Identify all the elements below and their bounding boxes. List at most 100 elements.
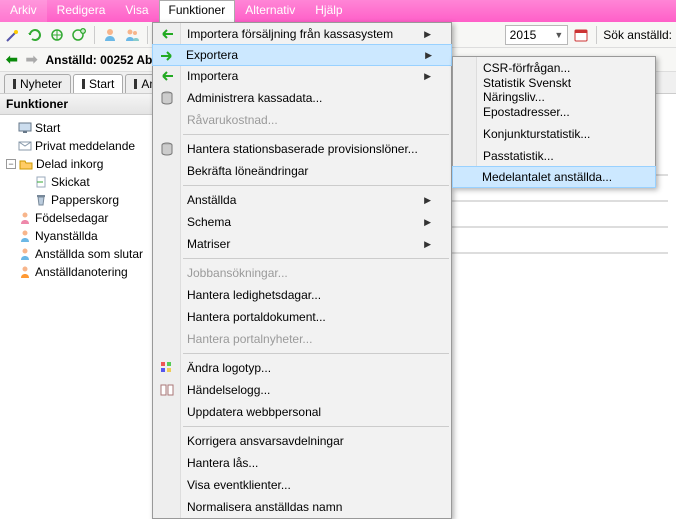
collapse-icon[interactable]: − bbox=[6, 159, 16, 169]
employee-label: Anställd: 00252 Ab bbox=[45, 53, 152, 67]
tab-start[interactable]: Start bbox=[73, 74, 123, 93]
mi-label: Hantera stationsbaserade provisionslöner… bbox=[187, 142, 418, 156]
user-icon[interactable] bbox=[101, 26, 119, 44]
mi-bekrafta-lone[interactable]: Bekräfta löneändringar bbox=[153, 160, 451, 182]
mi-label: Hantera ledighetsdagar... bbox=[187, 288, 321, 302]
smi-statistik-sn[interactable]: Statistik Svenskt Näringsliv... bbox=[453, 79, 655, 101]
wand-icon[interactable] bbox=[4, 26, 22, 44]
mi-label: Bekräfta löneändringar bbox=[187, 164, 308, 178]
mi-label: Ändra logotyp... bbox=[187, 361, 271, 375]
tree-fodelsedagar[interactable]: Födelsedagar bbox=[4, 209, 172, 227]
tree-anstallda-slutar[interactable]: Anställda som slutar bbox=[4, 245, 172, 263]
forward-arrow-icon: ➡ bbox=[26, 51, 38, 68]
year-combo[interactable]: 2015 ▼ bbox=[505, 25, 569, 45]
smi-passtatistik[interactable]: Passtatistik... bbox=[453, 145, 655, 167]
mi-portalnyheter: Hantera portalnyheter... bbox=[153, 328, 451, 350]
mi-andra-logotyp[interactable]: Ändra logotyp... bbox=[153, 357, 451, 379]
mi-portaldok[interactable]: Hantera portaldokument... bbox=[153, 306, 451, 328]
mi-label: Råvarukostnad... bbox=[187, 113, 278, 127]
mi-ledighet[interactable]: Hantera ledighetsdagar... bbox=[153, 284, 451, 306]
funktioner-menu: Importera försäljning från kassasystem▶ … bbox=[152, 22, 452, 519]
mi-ravarukostnad: Råvarukostnad... bbox=[153, 109, 451, 131]
mi-exportera[interactable]: Exportera ▶ bbox=[152, 44, 452, 66]
globe-refresh-icon[interactable] bbox=[48, 26, 66, 44]
mi-label: Visa eventklienter... bbox=[187, 478, 291, 492]
users-icon[interactable] bbox=[123, 26, 141, 44]
mi-stationsloner[interactable]: Hantera stationsbaserade provisionslöner… bbox=[153, 138, 451, 160]
tree-start[interactable]: Start bbox=[4, 119, 172, 137]
chevron-down-icon: ▼ bbox=[554, 30, 563, 40]
arrow-right-icon bbox=[159, 48, 175, 64]
mi-importera[interactable]: Importera ▶ bbox=[153, 65, 451, 87]
arrow-left-icon bbox=[159, 26, 175, 42]
mi-label: Jobbansökningar... bbox=[187, 266, 288, 280]
refresh-icon[interactable] bbox=[26, 26, 44, 44]
mi-label: Importera försäljning från kassasystem bbox=[187, 27, 393, 41]
paper-sent-icon bbox=[34, 175, 48, 189]
globe-add-icon[interactable] bbox=[70, 26, 88, 44]
caret-right-icon: ▶ bbox=[425, 50, 432, 61]
mi-label: CSR-förfrågan... bbox=[483, 61, 570, 75]
caret-right-icon: ▶ bbox=[424, 217, 431, 228]
tree-anstalldanotering[interactable]: Anställdanotering bbox=[4, 263, 172, 281]
person-blue-icon bbox=[18, 247, 32, 261]
mi-visa-event[interactable]: Visa eventklienter... bbox=[153, 474, 451, 496]
smi-epost[interactable]: Epostadresser... bbox=[453, 101, 655, 123]
mi-hantera-las[interactable]: Hantera lås... bbox=[153, 452, 451, 474]
caret-right-icon: ▶ bbox=[424, 71, 431, 82]
mi-admin-kassadata[interactable]: Administrera kassadata... bbox=[153, 87, 451, 109]
mi-import-kassa[interactable]: Importera försäljning från kassasystem▶ bbox=[153, 23, 451, 45]
menu-redigera[interactable]: Redigera bbox=[47, 0, 116, 22]
tree-papperskorg[interactable]: Papperskorg bbox=[4, 191, 172, 209]
menu-alternativ[interactable]: Alternativ bbox=[235, 0, 305, 22]
menu-visa[interactable]: Visa bbox=[115, 0, 158, 22]
mi-label: Hantera portalnyheter... bbox=[187, 332, 312, 346]
mi-label: Passtatistik... bbox=[483, 149, 554, 163]
menu-arkiv[interactable]: Arkiv bbox=[0, 0, 47, 22]
tab-label: Start bbox=[89, 77, 114, 91]
person-icon bbox=[18, 211, 32, 225]
tree-nyanstallda[interactable]: Nyanställda bbox=[4, 227, 172, 245]
smi-medelantalet[interactable]: Medelantalet anställda... bbox=[452, 166, 656, 188]
tree-label: Anställda som slutar bbox=[35, 247, 143, 261]
folder-open-icon bbox=[19, 157, 33, 171]
mi-label: Hantera lås... bbox=[187, 456, 258, 470]
tree-label: Anställdanotering bbox=[35, 265, 128, 279]
mi-label: Uppdatera webbpersonal bbox=[187, 405, 321, 419]
back-arrow-icon[interactable]: ⬅ bbox=[6, 51, 18, 68]
mi-label: Exportera bbox=[186, 48, 238, 62]
mi-korrigera[interactable]: Korrigera ansvarsavdelningar bbox=[153, 430, 451, 452]
calendar-icon[interactable] bbox=[572, 26, 590, 44]
db-icon bbox=[159, 90, 175, 106]
tree-label: Delad inkorg bbox=[36, 157, 103, 171]
tree-privat-meddelande[interactable]: Privat meddelande bbox=[4, 137, 172, 155]
mi-label: Normalisera anställdas namn bbox=[187, 500, 342, 514]
sidebar: Funktioner Start Privat meddelande − Del… bbox=[0, 94, 175, 285]
mi-label: Konjunkturstatistik... bbox=[483, 127, 590, 141]
tree-label: Nyanställda bbox=[35, 229, 98, 243]
menu-funktioner[interactable]: Funktioner bbox=[159, 0, 236, 22]
sidebar-tree: Start Privat meddelande − Delad inkorg S… bbox=[0, 115, 174, 285]
year-value: 2015 bbox=[510, 28, 537, 42]
mi-label: Händelselogg... bbox=[187, 383, 270, 397]
mi-handelselogg[interactable]: Händelselogg... bbox=[153, 379, 451, 401]
tree-skickat[interactable]: Skickat bbox=[4, 173, 172, 191]
menu-hjalp[interactable]: Hjälp bbox=[305, 0, 352, 22]
smi-konjunktur[interactable]: Konjunkturstatistik... bbox=[453, 123, 655, 145]
mi-label: Epostadresser... bbox=[483, 105, 570, 119]
mi-schema[interactable]: Schema▶ bbox=[153, 211, 451, 233]
trash-icon bbox=[34, 193, 48, 207]
tree-label: Födelsedagar bbox=[35, 211, 108, 225]
mi-label: Medelantalet anställda... bbox=[482, 170, 612, 184]
mi-uppdatera-webb[interactable]: Uppdatera webbpersonal bbox=[153, 401, 451, 423]
mi-anstallda[interactable]: Anställda▶ bbox=[153, 189, 451, 211]
person-blue-icon bbox=[18, 229, 32, 243]
grid-icon bbox=[159, 360, 175, 376]
arrow-left-icon bbox=[159, 68, 175, 84]
mi-label: Importera bbox=[187, 69, 238, 83]
sidebar-header: Funktioner bbox=[0, 94, 174, 115]
tab-nyheter[interactable]: Nyheter bbox=[4, 74, 71, 93]
tree-delad-inkorg[interactable]: − Delad inkorg bbox=[4, 155, 172, 173]
mi-matriser[interactable]: Matriser▶ bbox=[153, 233, 451, 255]
mi-normalisera[interactable]: Normalisera anställdas namn bbox=[153, 496, 451, 518]
